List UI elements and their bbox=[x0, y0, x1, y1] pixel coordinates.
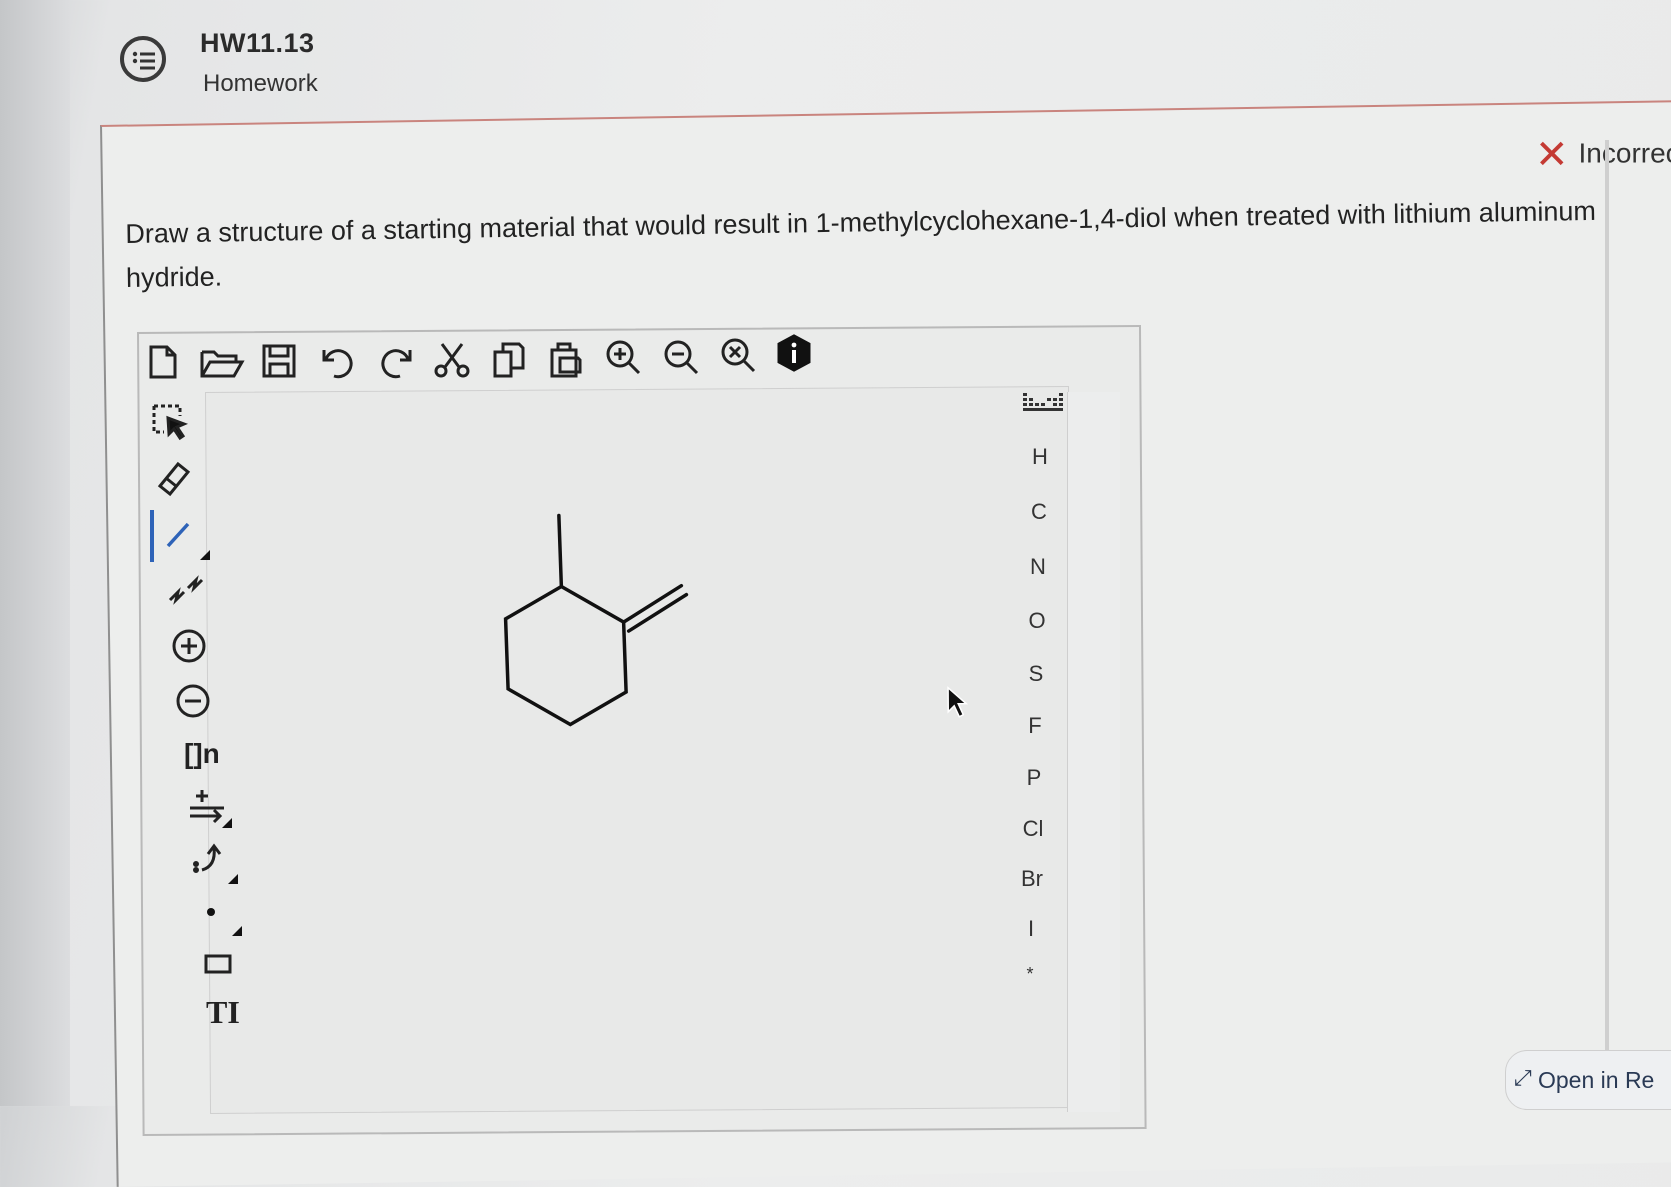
element-br[interactable]: Br bbox=[1012, 866, 1052, 892]
text-tool-icon[interactable]: TI bbox=[206, 994, 240, 1031]
status-label: Incorrec bbox=[1578, 137, 1671, 169]
element-i[interactable]: I bbox=[1011, 916, 1051, 942]
element-f[interactable]: F bbox=[1015, 713, 1055, 739]
zoom-reset-icon[interactable] bbox=[718, 336, 760, 378]
bond-tool-button[interactable] bbox=[150, 510, 212, 562]
periodic-table-icon[interactable] bbox=[1021, 390, 1065, 416]
eraser-icon[interactable] bbox=[154, 458, 194, 498]
select-tool-icon[interactable] bbox=[150, 402, 192, 444]
element-s[interactable]: S bbox=[1016, 661, 1056, 687]
rectangle-tool-icon[interactable] bbox=[200, 950, 236, 980]
screen-edge bbox=[0, 0, 70, 1106]
cyclohexane-ring bbox=[503, 584, 628, 727]
chain-tool-icon[interactable] bbox=[166, 574, 206, 606]
charge-plus-icon[interactable] bbox=[170, 627, 208, 665]
radical-dot-icon[interactable] bbox=[196, 896, 246, 938]
page-title: HW11.13 bbox=[200, 28, 315, 58]
page-subtitle: Homework bbox=[203, 70, 318, 97]
info-icon[interactable] bbox=[775, 334, 813, 374]
incorrect-x-icon: ✕ bbox=[1535, 133, 1569, 177]
cut-icon[interactable] bbox=[432, 340, 472, 380]
paste-icon[interactable] bbox=[547, 338, 585, 380]
copy-icon[interactable] bbox=[490, 340, 528, 380]
element-wildcard[interactable]: * bbox=[1010, 964, 1050, 985]
element-palette bbox=[1067, 392, 1120, 1112]
element-o[interactable]: O bbox=[1017, 608, 1057, 634]
element-cl[interactable]: Cl bbox=[1013, 816, 1053, 842]
zoom-out-icon[interactable] bbox=[661, 338, 703, 380]
card-edge bbox=[1605, 140, 1609, 1050]
element-c[interactable]: C bbox=[1019, 499, 1059, 525]
undo-icon[interactable] bbox=[318, 342, 358, 380]
molecule-drawing bbox=[503, 513, 689, 727]
electron-arrow-icon[interactable] bbox=[190, 840, 240, 886]
bond-tool-icon bbox=[166, 522, 210, 560]
bracket-tool-icon[interactable]: []n bbox=[184, 738, 220, 770]
status-badge: ✕ Incorrec bbox=[1535, 132, 1671, 178]
save-icon[interactable] bbox=[260, 342, 298, 380]
redo-icon[interactable] bbox=[376, 342, 416, 380]
open-in-reader-button[interactable]: ⤢ Open in Re bbox=[1505, 1050, 1671, 1110]
element-p[interactable]: P bbox=[1014, 765, 1054, 791]
mouse-cursor-icon bbox=[947, 686, 969, 718]
list-bubble-icon bbox=[120, 36, 166, 82]
open-button-label: Open in Re bbox=[1538, 1067, 1655, 1093]
charge-minus-icon[interactable] bbox=[174, 682, 212, 720]
expand-arrows-icon: ⤢ bbox=[1514, 1065, 1532, 1090]
drawing-canvas[interactable] bbox=[205, 385, 1075, 1114]
open-folder-icon[interactable] bbox=[199, 346, 245, 380]
element-h[interactable]: H bbox=[1020, 444, 1060, 470]
methyl-bond bbox=[557, 513, 564, 589]
new-document-icon[interactable] bbox=[146, 344, 180, 380]
element-n[interactable]: N bbox=[1018, 554, 1058, 580]
zoom-in-icon[interactable] bbox=[603, 338, 645, 380]
reaction-arrow-icon[interactable] bbox=[184, 784, 234, 830]
